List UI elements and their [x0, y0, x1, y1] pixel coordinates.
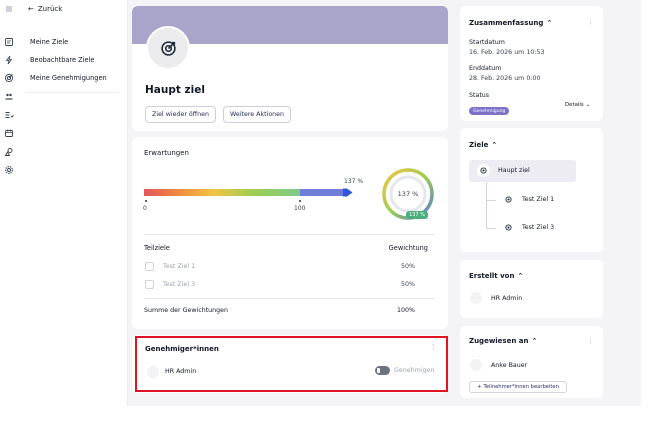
weight-sum-label: Summe der Gewichtungen — [144, 307, 229, 314]
plus-icon: + — [477, 384, 482, 390]
tree-item-child[interactable]: Test Ziel 1 — [522, 196, 554, 203]
chevron-up-icon: ⌃ — [517, 272, 524, 280]
progress-marker-icon — [343, 188, 353, 197]
column-header-subgoals: Teilziele — [144, 244, 170, 252]
goal-header-card: Haupt ziel Ziel wieder öffnen Weitere Ak… — [132, 6, 448, 131]
scale-label-end: 100 — [294, 205, 306, 212]
nav-item-my-approvals[interactable]: Meine Genehmigungen — [30, 74, 107, 82]
created-by-card: Erstellt von ⌃ HR Admin — [460, 260, 603, 318]
target-icon — [477, 164, 490, 177]
secondary-nav: ← Zurück Meine Ziele Beobachtbare Ziele … — [18, 0, 128, 406]
gear-icon[interactable] — [4, 165, 14, 175]
details-link[interactable]: Details ⌄ — [565, 102, 590, 108]
more-options-icon[interactable]: ⋮ — [587, 19, 594, 26]
shapes-icon[interactable] — [4, 147, 14, 157]
divider — [144, 298, 435, 299]
progress-bar-overflow — [300, 189, 346, 196]
start-date-value: 16. Feb. 2026 um 10:53 — [469, 49, 545, 56]
menu-icon[interactable] — [4, 4, 14, 14]
column-header-weight: Gewichtung — [388, 244, 428, 252]
target-icon — [502, 193, 515, 206]
target-icon — [160, 40, 176, 56]
arrow-left-icon: ← — [28, 5, 34, 13]
page-title: Haupt ziel — [145, 84, 205, 96]
creator-name: HR Admin — [491, 295, 523, 302]
progress-label: 137 % — [344, 178, 364, 185]
weight-sum-value: 100% — [396, 307, 415, 314]
chevron-up-icon: ⌃ — [491, 141, 498, 149]
scale-label-start: 0 — [143, 205, 147, 212]
edit-participants-button[interactable]: + Teilnehmer*innen bearbeiten — [469, 381, 567, 393]
status-label: Status — [469, 92, 490, 99]
nav-divider — [26, 92, 119, 93]
app-frame: ← Zurück Meine Ziele Beobachtbare Ziele … — [0, 0, 641, 406]
back-link[interactable]: ← Zurück — [28, 5, 62, 13]
highlight-outline — [135, 336, 448, 392]
expectations-card: Erwartungen 137 % 0 100 137 % 137 % Teil… — [132, 137, 448, 329]
progress-bar-gradient — [144, 189, 300, 196]
more-actions-button[interactable]: Weitere Aktionen — [223, 106, 292, 123]
goal-avatar — [146, 26, 190, 70]
people-icon[interactable] — [4, 91, 14, 101]
end-date-label: Enddatum — [469, 65, 502, 72]
chevron-down-icon: ⌄ — [585, 102, 591, 108]
lightning-icon[interactable] — [4, 55, 14, 65]
goals-tree-card: Ziele ⌃ — [460, 128, 603, 252]
tree-item-child[interactable]: Test Ziel 3 — [522, 224, 554, 231]
goals-tree-title[interactable]: Ziele ⌃ — [469, 141, 497, 149]
nav-item-my-goals[interactable]: Meine Ziele — [30, 38, 68, 46]
start-date-label: Startdatum — [469, 39, 505, 46]
tree-connector — [486, 182, 487, 229]
row-weight: 50% — [401, 281, 415, 288]
icon-rail — [0, 0, 18, 406]
row-checkbox[interactable] — [145, 280, 154, 289]
scale-tick-start — [145, 200, 147, 202]
tree-item-root[interactable]: Haupt ziel — [498, 167, 530, 174]
row-name: Test Ziel 3 — [163, 281, 196, 288]
row-weight: 50% — [401, 263, 415, 270]
status-badge: Genehmigung — [469, 107, 510, 115]
expectations-title: Erwartungen — [144, 149, 189, 157]
row-checkbox[interactable] — [145, 262, 154, 271]
chevron-up-icon: ⌃ — [531, 337, 538, 345]
scale-tick-end — [299, 200, 301, 202]
more-options-icon[interactable]: ⋮ — [587, 338, 594, 345]
nav-item-observable-goals[interactable]: Beobachtbare Ziele — [30, 56, 94, 64]
tree-connector — [486, 228, 496, 229]
avatar — [470, 292, 482, 304]
row-name: Test Ziel 1 — [163, 263, 196, 270]
calendar-icon[interactable] — [4, 128, 14, 138]
end-date-value: 28. Feb. 2026 um 0:00 — [469, 75, 541, 82]
summary-title[interactable]: Zusammenfassung ⌃ — [469, 19, 552, 27]
target-icon — [502, 221, 515, 234]
list-icon[interactable] — [4, 110, 14, 120]
avatar — [470, 359, 482, 371]
assignee-name: Anke Bauer — [491, 362, 528, 369]
created-by-title[interactable]: Erstellt von ⌃ — [469, 272, 523, 280]
target-icon[interactable] — [4, 73, 14, 83]
progress-badge: 137 % — [406, 211, 428, 219]
document-icon[interactable] — [4, 37, 14, 47]
tree-connector — [486, 200, 496, 201]
chevron-up-icon: ⌃ — [546, 19, 553, 27]
divider — [144, 234, 435, 235]
assigned-to-title[interactable]: Zugewiesen an ⌃ — [469, 337, 537, 345]
reopen-goal-button[interactable]: Ziel wieder öffnen — [145, 106, 216, 123]
